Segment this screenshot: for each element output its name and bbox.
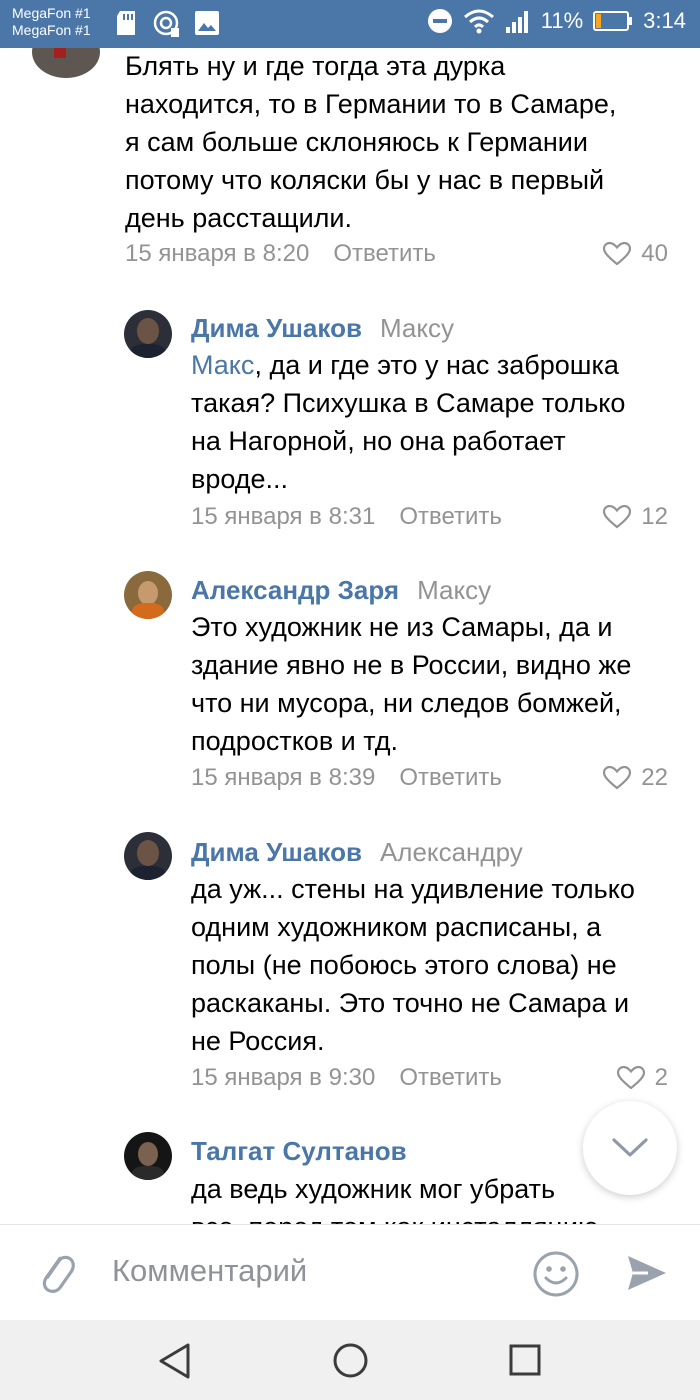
avatar[interactable] [124, 832, 172, 880]
carrier-info: MegaFon #1 MegaFon #1 [12, 5, 91, 39]
battery-percent: 11% [540, 8, 584, 33]
comment-date: 15 января в 9:30 [191, 1064, 376, 1091]
reply-button[interactable]: Ответить [399, 503, 502, 531]
comment-meta: 15 января в 9:30 Ответить [191, 1064, 502, 1092]
comment-input-bar: Комментарий [0, 1224, 700, 1320]
comment-text: Блять ну и где тогда эта дурка находится… [125, 51, 617, 233]
chevron-down-icon [612, 1138, 648, 1157]
reply-to: Александру [379, 837, 523, 867]
comment-text: Это художник не из Самары, да и здание я… [191, 612, 632, 756]
wifi-icon [463, 9, 494, 34]
reply-to: Максу [379, 313, 455, 343]
avatar[interactable] [32, 48, 100, 78]
comment-meta: 15 января в 8:31 Ответить [191, 503, 502, 531]
avatar[interactable] [124, 571, 172, 619]
heart-icon [603, 505, 632, 529]
author-line: Дима Ушаков Александру [191, 837, 523, 868]
comment-input[interactable]: Комментарий [112, 1253, 307, 1289]
gallery-icon [195, 11, 219, 35]
signal-icon [505, 11, 528, 33]
do-not-disturb-icon [427, 9, 452, 33]
carrier-1: MegaFon #1 [12, 5, 91, 21]
author-name[interactable]: Александр Заря [191, 575, 399, 606]
mention-link[interactable]: Макс [191, 350, 254, 380]
like-button[interactable]: 40 [603, 240, 668, 268]
comments-feed[interactable]: Блять ну и где тогда эта дурка находится… [0, 48, 700, 1224]
send-icon[interactable] [624, 1250, 670, 1296]
comment-text: да уж... стены на удивление только одним… [191, 874, 635, 1056]
author-line: Александр Заря Максу [191, 575, 491, 606]
reply-button[interactable]: Ответить [399, 1064, 502, 1092]
comment-text: да ведь художник мог убрать все, перед т… [191, 1174, 598, 1224]
heart-icon [616, 1066, 645, 1090]
comment-date: 15 января в 8:31 [191, 503, 376, 530]
like-button[interactable]: 22 [603, 764, 668, 792]
hotspot-icon [153, 10, 179, 37]
avatar[interactable] [124, 1132, 172, 1180]
status-bar: MegaFon #1 MegaFon #1 11% 3:14 [0, 0, 700, 48]
heart-icon [603, 766, 632, 790]
system-nav-bar [0, 1320, 700, 1400]
status-right: 11% 3:14 [427, 8, 686, 34]
comment-date: 15 января в 8:20 [125, 240, 310, 267]
heart-icon [603, 242, 632, 266]
recents-icon[interactable] [508, 1343, 542, 1377]
emoji-icon[interactable] [531, 1249, 581, 1299]
back-icon[interactable] [157, 1342, 193, 1380]
paperclip-icon[interactable] [32, 1249, 80, 1297]
author-name[interactable]: Дима Ушаков [191, 837, 362, 868]
comment-text: Макс, да и где это у нас заброшка такая?… [191, 350, 626, 494]
like-count: 22 [641, 764, 668, 791]
like-count: 2 [654, 1064, 668, 1091]
comment-meta: 15 января в 8:39 Ответить [191, 764, 502, 792]
author-line: Дима Ушаков Максу [191, 313, 454, 344]
like-count: 12 [641, 503, 668, 530]
like-button[interactable]: 12 [603, 503, 668, 531]
carrier-2: MegaFon #1 [12, 22, 91, 38]
reply-button[interactable]: Ответить [399, 764, 502, 792]
comment-meta: 15 января в 8:20 Ответить [125, 240, 436, 268]
clock: 3:14 [643, 8, 686, 33]
reply-button[interactable]: Ответить [333, 240, 436, 268]
sd-card-icon [117, 11, 135, 35]
like-button[interactable]: 2 [616, 1064, 668, 1092]
home-icon[interactable] [332, 1342, 369, 1379]
scroll-down-button[interactable] [583, 1101, 677, 1195]
like-count: 40 [641, 240, 668, 267]
avatar[interactable] [124, 310, 172, 358]
reply-to: Максу [417, 575, 492, 605]
comment-date: 15 января в 8:39 [191, 764, 376, 791]
author-line: Талгат Султанов [191, 1136, 407, 1167]
author-name[interactable]: Дима Ушаков [191, 313, 362, 344]
author-name[interactable]: Талгат Султанов [191, 1136, 407, 1167]
battery-icon [593, 11, 633, 31]
